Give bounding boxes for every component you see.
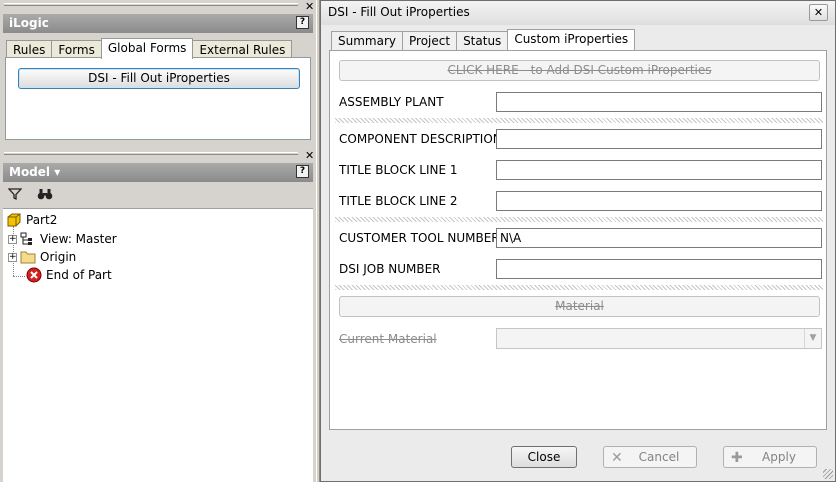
tree-item-label: Origin: [40, 250, 77, 264]
ilogic-panel-header: iLogic ?: [3, 14, 313, 33]
tree-item-view-master[interactable]: + View: Master: [8, 230, 117, 248]
section-divider: [335, 217, 823, 222]
dropdown-arrow-icon[interactable]: ▼: [804, 329, 821, 348]
tab-global-forms[interactable]: Global Forms: [100, 38, 194, 59]
end-of-part-icon: [26, 267, 42, 283]
customer-tool-number-label: CUSTOMER TOOL NUMBER: [339, 231, 500, 245]
tree-item-part2[interactable]: Part2: [6, 211, 57, 229]
ilogic-close-icon[interactable]: ✕: [305, 1, 314, 12]
model-drag-grip[interactable]: [4, 152, 298, 155]
current-material-label: Current Material: [339, 332, 437, 346]
current-material-select[interactable]: ▼: [496, 328, 822, 349]
ilogic-tab-strip: Rules Forms Global Forms External Rules: [6, 38, 293, 59]
close-button[interactable]: Close: [511, 446, 577, 468]
resize-grip[interactable]: [823, 469, 833, 479]
part-icon: [6, 212, 22, 228]
model-close-icon[interactable]: ✕: [305, 150, 314, 161]
expand-icon[interactable]: +: [8, 252, 17, 262]
close-icon[interactable]: ✕: [809, 4, 828, 21]
chevron-down-icon[interactable]: ▾: [54, 165, 60, 179]
dialog-title: DSI - Fill Out iProperties: [328, 5, 470, 19]
component-description-input[interactable]: [496, 129, 822, 149]
title-block-line-2-input[interactable]: [496, 191, 822, 211]
title-block-line-2-label: TITLE BLOCK LINE 2: [339, 194, 458, 208]
add-custom-iproperties-button[interactable]: CLICK HERE - to Add DSI Custom iProperti…: [339, 60, 820, 81]
view-icon: [20, 231, 36, 247]
section-divider: [335, 285, 823, 290]
apply-button[interactable]: ✚ Apply: [723, 446, 817, 468]
binoculars-icon[interactable]: [37, 187, 53, 203]
model-panel-title: Model: [9, 165, 51, 179]
tab-status[interactable]: Status: [456, 31, 509, 50]
dialog-title-bar[interactable]: DSI - Fill Out iProperties ✕: [321, 1, 835, 25]
cancel-button-label: Cancel: [638, 450, 680, 464]
dsi-fill-out-iproperties-button[interactable]: DSI - Fill Out iProperties: [18, 68, 300, 89]
ilogic-panel-title: iLogic: [9, 16, 49, 30]
apply-button-label: Apply: [762, 450, 796, 464]
dsi-job-number-input[interactable]: [496, 259, 822, 279]
tree-item-label: End of Part: [46, 268, 112, 282]
expand-icon[interactable]: +: [8, 234, 17, 244]
customer-tool-number-input[interactable]: N\A: [496, 228, 822, 248]
folder-icon: [20, 249, 36, 265]
tree-item-label: View: Master: [40, 232, 117, 246]
fill-out-iproperties-dialog: DSI - Fill Out iProperties ✕ Summary Pro…: [320, 0, 836, 482]
section-divider: [335, 118, 823, 123]
tree-item-label: Part2: [26, 213, 58, 227]
cancel-button[interactable]: ✕ Cancel: [603, 446, 697, 468]
filter-icon[interactable]: [7, 187, 23, 203]
assembly-plant-label: ASSEMBLY PLANT: [339, 95, 444, 109]
model-browser-tree: Part2 + View: Master + Origin End of Par…: [3, 208, 313, 482]
model-help-icon[interactable]: ?: [296, 165, 309, 178]
dialog-tab-strip: Summary Project Status Custom iPropertie…: [331, 29, 636, 51]
dsi-job-number-label: DSI JOB NUMBER: [339, 262, 441, 276]
ilogic-drag-grip[interactable]: [4, 3, 298, 6]
tab-custom-iproperties[interactable]: Custom iProperties: [507, 29, 636, 50]
model-panel-header[interactable]: Model ▾ ?: [3, 163, 313, 182]
cancel-icon: ✕: [611, 450, 623, 466]
global-forms-panel: DSI - Fill Out iProperties: [5, 57, 311, 140]
left-column: ✕ iLogic ? Rules Forms Global Forms Exte…: [0, 0, 316, 482]
custom-iproperties-panel: CLICK HERE - to Add DSI Custom iProperti…: [329, 50, 827, 430]
model-toolbar: [3, 184, 313, 206]
title-block-line-1-input[interactable]: [496, 160, 822, 180]
component-description-label: COMPONENT DESCRIPTION: [339, 132, 502, 146]
material-button[interactable]: Material: [339, 296, 820, 317]
assembly-plant-input[interactable]: [496, 92, 822, 112]
tree-item-origin[interactable]: + Origin: [8, 248, 76, 266]
plus-icon: ✚: [731, 450, 743, 466]
tab-project[interactable]: Project: [402, 31, 458, 50]
tab-summary[interactable]: Summary: [331, 31, 403, 50]
tree-item-end-of-part[interactable]: End of Part: [26, 266, 112, 284]
title-block-line-1-label: TITLE BLOCK LINE 1: [339, 163, 458, 177]
ilogic-help-icon[interactable]: ?: [296, 16, 309, 29]
